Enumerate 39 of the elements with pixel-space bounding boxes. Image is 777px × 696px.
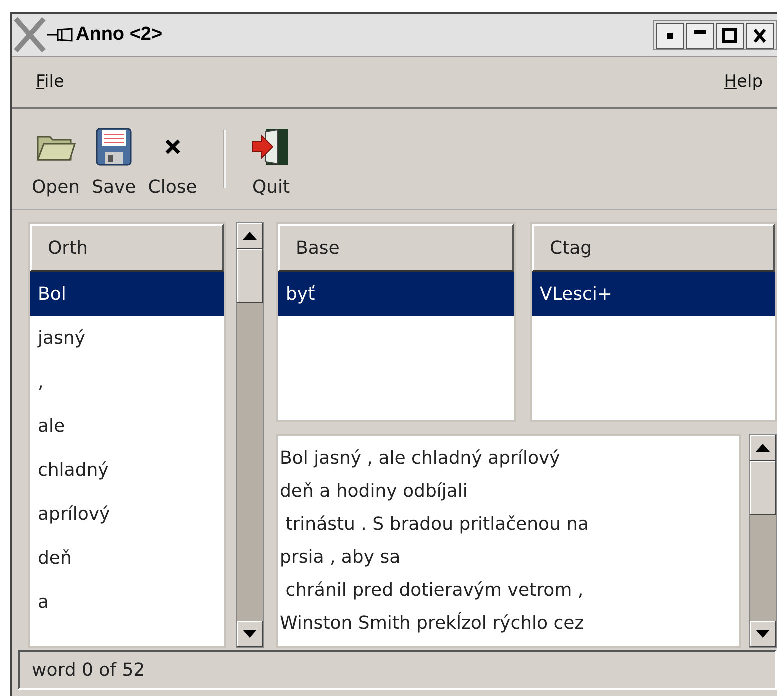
list-row[interactable]: aprílový <box>30 492 224 536</box>
list-row[interactable]: a <box>30 580 224 624</box>
scroll-down-button[interactable] <box>237 621 263 647</box>
column-header[interactable]: Orth <box>30 224 224 272</box>
menu-item[interactable]: File <box>36 72 64 92</box>
list-row[interactable]: VLesci+ <box>532 272 775 316</box>
scroll-down-button[interactable] <box>750 621 776 647</box>
close-icon <box>164 138 182 156</box>
menu-item[interactable]: Help <box>724 72 763 92</box>
toolbar-button[interactable]: Open <box>28 120 84 198</box>
list-row[interactable]: byť <box>278 272 514 316</box>
list-row[interactable]: Bol <box>30 272 224 316</box>
column-header[interactable]: Ctag <box>532 224 775 272</box>
x-logo-icon <box>14 17 46 53</box>
column-header[interactable]: Base <box>278 224 514 272</box>
status-text: word 0 of 52 <box>32 660 146 680</box>
list-row[interactable]: chladný <box>30 448 224 492</box>
menu-button-icon[interactable] <box>656 23 684 49</box>
scrollbar-thumb[interactable] <box>750 461 776 515</box>
scroll-up-button[interactable] <box>237 223 263 249</box>
scroll-up-button[interactable] <box>750 435 776 461</box>
window-title: Anno <2> <box>76 24 163 46</box>
list-row[interactable]: , <box>30 360 224 404</box>
up-arrow-icon <box>756 444 770 452</box>
exit-door-icon <box>252 128 290 166</box>
scrollbar-thumb[interactable] <box>237 249 263 303</box>
list-row[interactable]: ale <box>30 404 224 448</box>
pin-icon[interactable] <box>46 27 74 43</box>
toolbar-button[interactable]: Quit <box>248 120 294 198</box>
list-row[interactable]: jasný <box>30 316 224 360</box>
list-row[interactable]: deň <box>30 536 224 580</box>
maximize-icon[interactable] <box>716 23 744 49</box>
up-arrow-icon <box>243 232 257 240</box>
down-arrow-icon <box>756 630 770 638</box>
down-arrow-icon <box>243 630 257 638</box>
minimize-icon[interactable] <box>686 23 714 49</box>
toolbar-button[interactable]: Close <box>144 120 202 198</box>
close-icon[interactable] <box>746 23 774 49</box>
toolbar-button[interactable]: Save <box>88 120 140 198</box>
